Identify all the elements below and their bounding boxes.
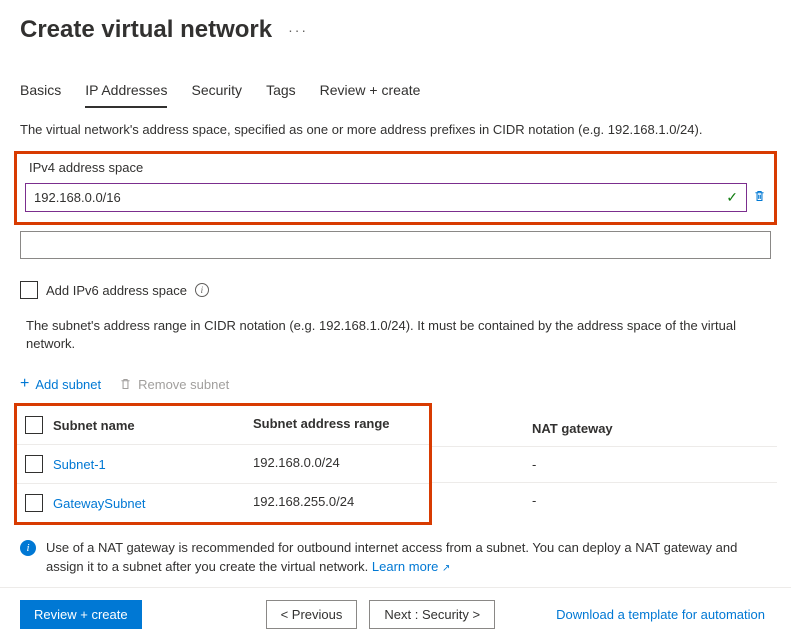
previous-button[interactable]: < Previous: [266, 600, 358, 629]
ipv4-address-input[interactable]: 192.168.0.0/16 ✓: [25, 183, 747, 212]
trash-icon: [119, 377, 132, 391]
tab-bar: Basics IP Addresses Security Tags Review…: [0, 74, 791, 108]
nat-info-banner: i Use of a NAT gateway is recommended fo…: [0, 525, 791, 585]
check-icon: ✓: [726, 189, 738, 206]
remove-subnet-label: Remove subnet: [138, 377, 229, 392]
tab-basics[interactable]: Basics: [20, 74, 61, 108]
column-nat-gateway: NAT gateway: [432, 411, 632, 446]
learn-more-label: Learn more: [372, 559, 438, 574]
tab-security[interactable]: Security: [191, 74, 242, 108]
subnet-description: The subnet's address range in CIDR notat…: [0, 309, 791, 369]
ipv6-label: Add IPv6 address space: [46, 283, 187, 298]
subnet-table: Subnet name Subnet address range Subnet-…: [14, 403, 777, 525]
address-space-description: The virtual network's address space, spe…: [0, 108, 791, 145]
ipv4-label: IPv4 address space: [25, 160, 766, 175]
column-subnet-name: Subnet name: [53, 418, 135, 433]
next-button[interactable]: Next : Security >: [369, 600, 495, 629]
plus-icon: +: [20, 375, 29, 393]
ipv4-address-value: 192.168.0.0/16: [34, 190, 121, 205]
column-address-range: Subnet address range: [249, 406, 409, 444]
subnet-range-value: 192.168.255.0/24: [249, 484, 409, 522]
external-link-icon: ↗: [442, 563, 450, 574]
info-icon[interactable]: i: [195, 283, 209, 297]
tab-review-create[interactable]: Review + create: [320, 74, 421, 108]
nat-value: -: [432, 447, 632, 482]
ipv6-checkbox[interactable]: [20, 281, 38, 299]
row-checkbox[interactable]: [25, 455, 43, 473]
delete-address-icon[interactable]: [753, 189, 766, 207]
page-title: Create virtual network: [20, 16, 272, 44]
add-subnet-button[interactable]: + Add subnet: [20, 375, 101, 393]
download-template-link[interactable]: Download a template for automation: [556, 607, 765, 622]
tab-tags[interactable]: Tags: [266, 74, 296, 108]
ipv4-address-space-highlight: IPv4 address space 192.168.0.0/16 ✓: [14, 151, 777, 225]
info-circle-icon: i: [20, 540, 36, 556]
remove-subnet-button: Remove subnet: [119, 377, 229, 392]
subnet-table-highlight: Subnet name Subnet address range Subnet-…: [14, 403, 432, 525]
subnet-name-link[interactable]: Subnet-1: [53, 457, 106, 472]
review-create-button[interactable]: Review + create: [20, 600, 142, 629]
footer-bar: Review + create < Previous Next : Securi…: [0, 587, 791, 641]
add-subnet-label: Add subnet: [35, 377, 101, 392]
add-address-input[interactable]: [20, 231, 771, 259]
more-actions-icon[interactable]: ···: [288, 22, 308, 38]
nat-value: -: [432, 483, 632, 518]
row-checkbox[interactable]: [25, 494, 43, 512]
select-all-checkbox[interactable]: [25, 416, 43, 434]
learn-more-link[interactable]: Learn more ↗: [372, 559, 451, 574]
tab-ip-addresses[interactable]: IP Addresses: [85, 74, 167, 108]
subnet-range-value: 192.168.0.0/24: [249, 445, 409, 483]
subnet-name-link[interactable]: GatewaySubnet: [53, 496, 146, 511]
